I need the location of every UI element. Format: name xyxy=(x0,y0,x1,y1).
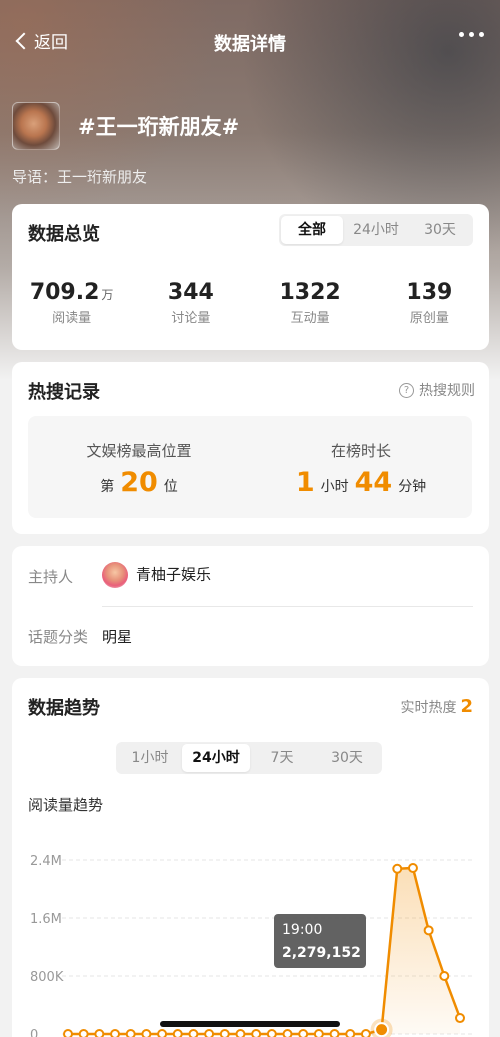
back-button[interactable]: 返回 xyxy=(12,28,68,53)
hot-rule-link[interactable]: ? 热搜规则 xyxy=(399,380,475,400)
hot-search-card: 热搜记录 ? 热搜规则 文娱榜最高位置 第 20 位 在榜时长 1 小时 44 分钟 xyxy=(12,362,489,534)
data-point xyxy=(188,1029,199,1037)
host-label: 主持人 xyxy=(28,568,74,586)
data-point xyxy=(407,862,418,873)
data-point xyxy=(94,1029,105,1037)
topic-title: #王一珩新朋友# xyxy=(78,115,240,139)
y-tick-label: 0 xyxy=(30,1028,38,1037)
data-point xyxy=(204,1029,215,1037)
data-point xyxy=(313,1029,324,1037)
hot-position: 文娱榜最高位置 第 20 位 xyxy=(86,442,192,498)
overview-stats: 709.2 万 阅读量 344 讨论量 1322 互动量 139 原创量 xyxy=(12,280,489,326)
tab-24h-trend[interactable]: 24小时 xyxy=(182,744,250,772)
data-point xyxy=(455,1013,465,1024)
data-point xyxy=(360,1029,371,1037)
tooltip-label: 19:00 xyxy=(282,922,322,938)
chart-sublabel: 阅读量趋势 xyxy=(28,796,104,814)
tooltip-value: 2,279,152 xyxy=(282,945,361,961)
question-icon: ? xyxy=(399,382,414,398)
stat-original: 139 原创量 xyxy=(406,280,453,326)
data-point xyxy=(78,1029,89,1037)
host-value[interactable]: 青柚子娱乐 xyxy=(102,562,211,588)
y-tick-label: 800K xyxy=(30,970,64,985)
data-point xyxy=(219,1029,230,1037)
topic-guide: 导语：王一珩新朋友 xyxy=(12,168,148,186)
data-point xyxy=(141,1029,152,1037)
stat-interact: 1322 互动量 xyxy=(279,280,341,326)
topic-avatar xyxy=(12,102,60,150)
trend-card: 数据趋势 实时热度 2 1小时 24小时 7天 30天 阅读量趋势 0 800K 1.… xyxy=(12,678,489,1037)
divider xyxy=(102,606,473,607)
data-point-active xyxy=(374,1022,390,1037)
tab-7d[interactable]: 7天 xyxy=(250,744,314,772)
overview-title: 数据总览 xyxy=(28,224,100,245)
tab-30d[interactable]: 30天 xyxy=(409,216,471,244)
data-point xyxy=(172,1029,183,1037)
overview-tabs: 全部 24小时 30天 xyxy=(279,214,473,246)
overview-card: 数据总览 全部 24小时 30天 709.2 万 阅读量 344 讨论量 1322… xyxy=(12,204,489,350)
home-indicator xyxy=(160,1021,340,1027)
y-tick-label: 2.4M xyxy=(30,854,62,869)
topic-info-card: 主持人 青柚子娱乐 话题分类 明星 xyxy=(12,546,489,666)
data-point xyxy=(110,1029,121,1037)
realtime-heat: 实时热度 2 xyxy=(400,696,473,717)
data-point xyxy=(157,1029,168,1037)
trend-title: 数据趋势 xyxy=(28,698,100,719)
data-point xyxy=(125,1029,136,1037)
tab-all[interactable]: 全部 xyxy=(281,216,343,244)
series-area xyxy=(365,867,460,1034)
data-point xyxy=(298,1029,309,1037)
back-label: 返回 xyxy=(34,33,68,53)
host-avatar xyxy=(102,562,128,588)
hot-duration: 在榜时长 1 小时 44 分钟 xyxy=(295,442,427,498)
tab-1h[interactable]: 1小时 xyxy=(118,744,182,772)
trend-tabs: 1小时 24小时 7天 30天 xyxy=(116,742,382,774)
chevron-left-icon xyxy=(15,32,33,49)
data-point xyxy=(63,1029,73,1037)
data-point xyxy=(282,1029,293,1037)
tab-24h[interactable]: 24小时 xyxy=(343,216,409,244)
more-icon[interactable] xyxy=(459,32,484,37)
topic-header: #王一珩新朋友# xyxy=(12,102,239,150)
stat-read: 709.2 万 阅读量 xyxy=(29,280,114,326)
data-point xyxy=(329,1029,340,1037)
tab-30d-trend[interactable]: 30天 xyxy=(314,744,380,772)
hot-search-title: 热搜记录 xyxy=(28,382,100,403)
category-label: 话题分类 xyxy=(28,628,89,646)
data-point xyxy=(439,971,450,981)
hot-summary: 文娱榜最高位置 第 20 位 在榜时长 1 小时 44 分钟 xyxy=(28,416,472,518)
data-point xyxy=(266,1029,277,1037)
y-tick-label: 1.6M xyxy=(30,912,62,927)
data-point xyxy=(423,925,434,936)
category-value: 明星 xyxy=(102,628,133,646)
nav-bar: 返回 数据详情 xyxy=(0,0,500,84)
data-point xyxy=(251,1029,262,1037)
data-point xyxy=(235,1029,246,1037)
data-point xyxy=(392,863,403,874)
page-title: 数据详情 xyxy=(214,34,286,55)
read-trend-chart: 0 800K 1.6M 2.4M 19:00 2,279,152 xyxy=(30,854,472,1037)
stat-discuss: 344 讨论量 xyxy=(167,280,214,326)
data-point xyxy=(345,1029,356,1037)
